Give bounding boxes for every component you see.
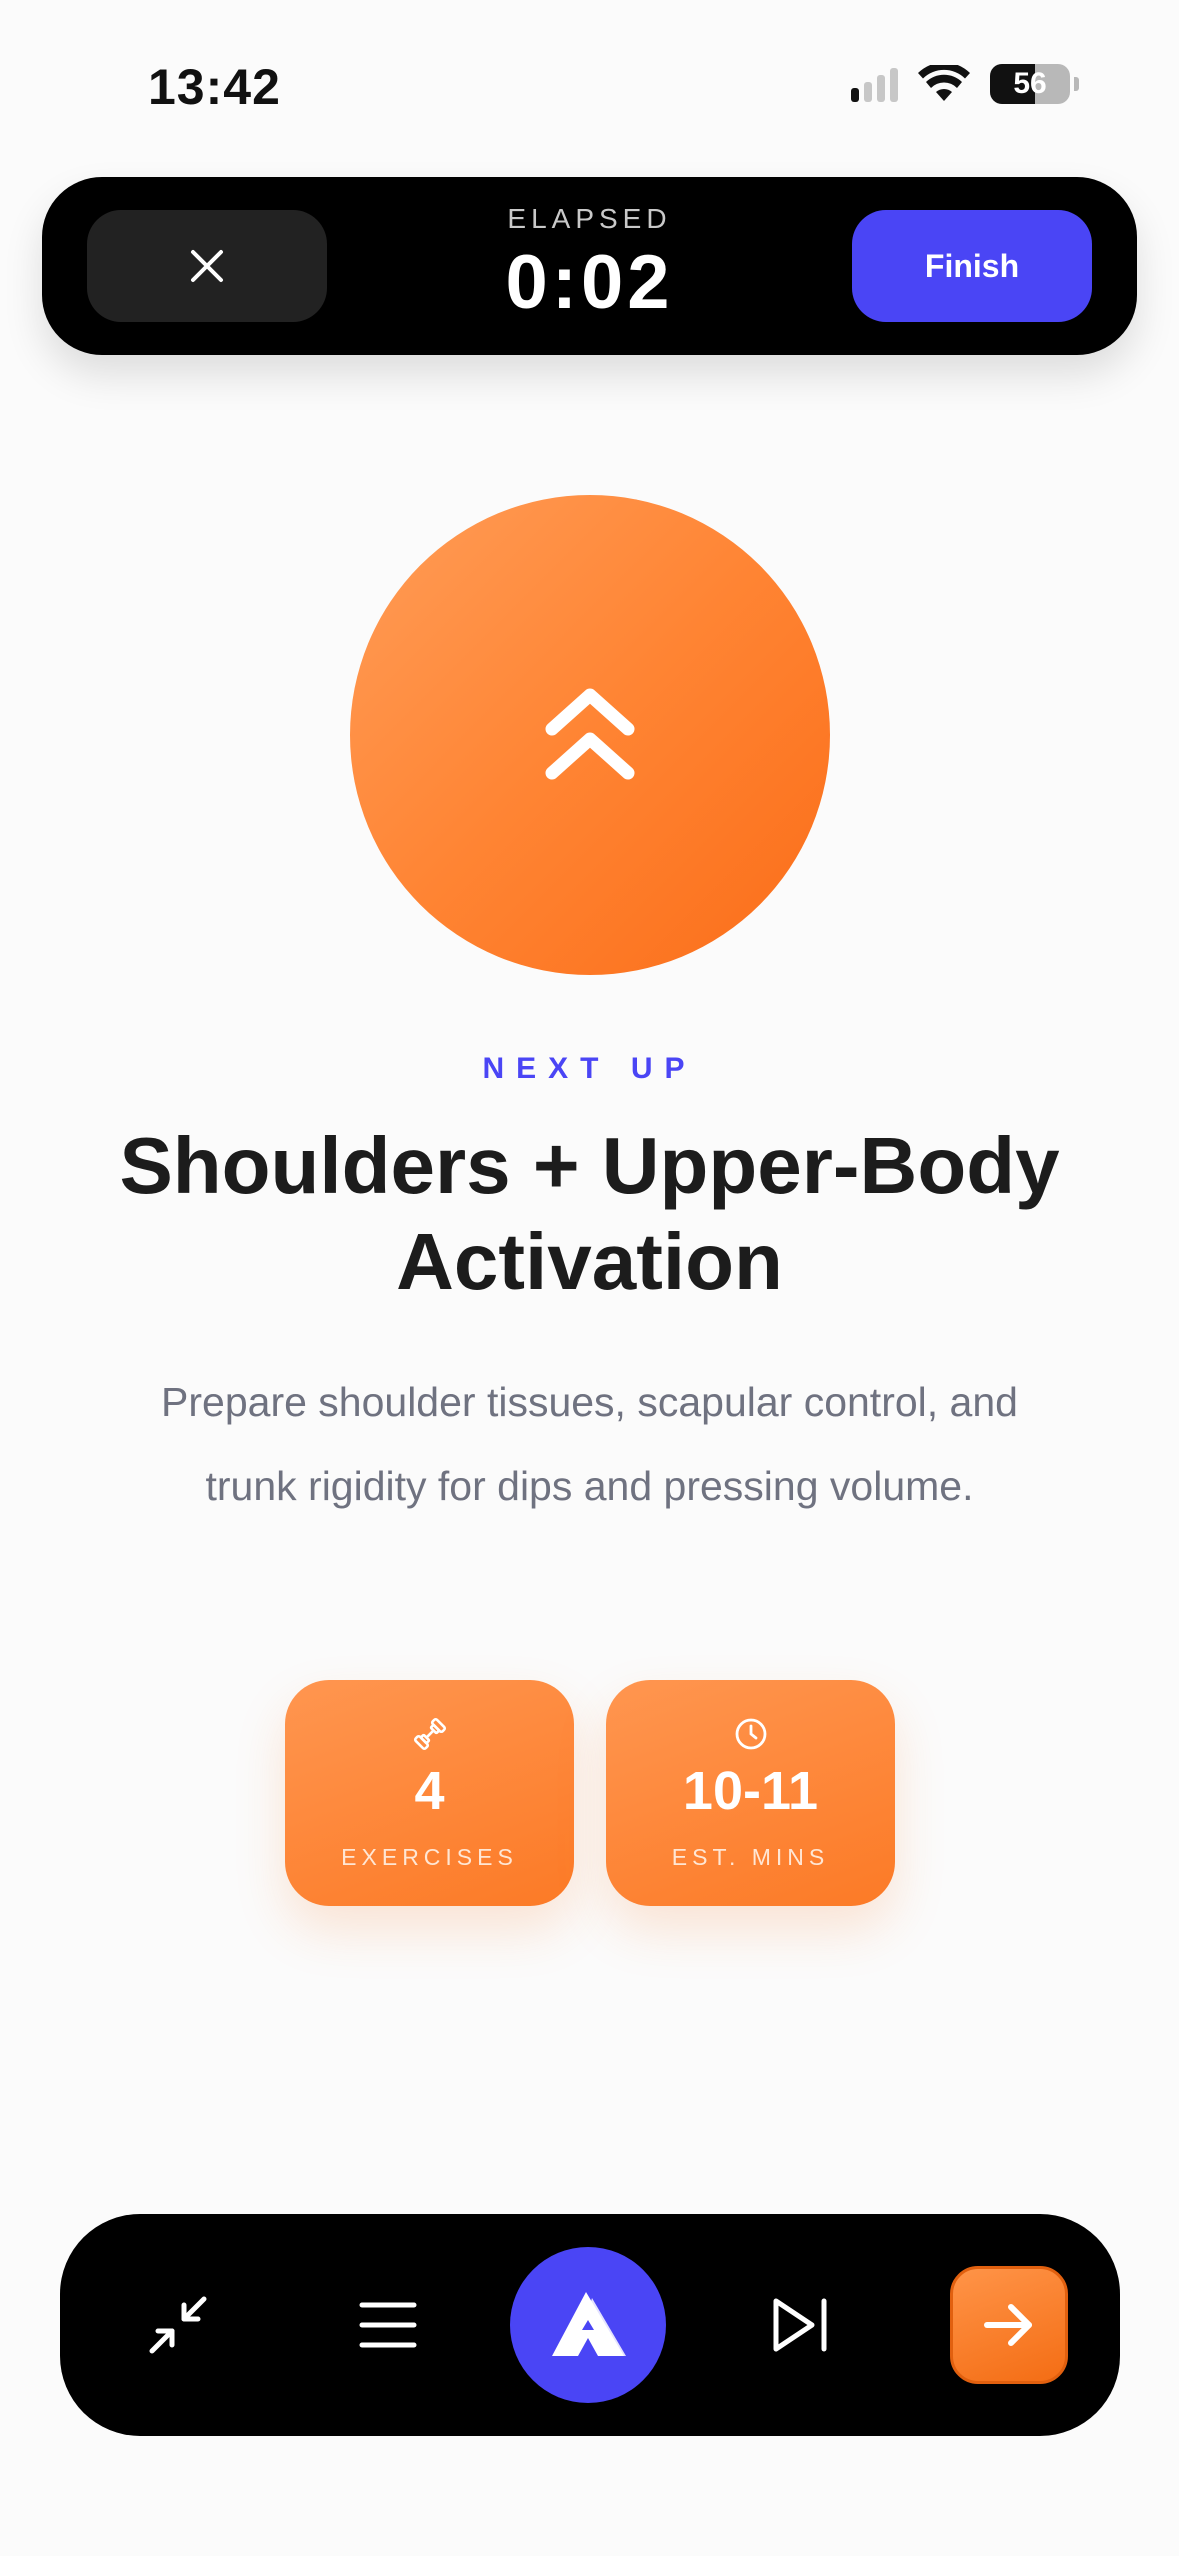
- battery-icon: 56: [990, 64, 1070, 104]
- duration-label: EST. MINS: [671, 1844, 830, 1870]
- double-chevron-up-icon: [545, 688, 635, 780]
- close-button[interactable]: [87, 210, 327, 322]
- skip-button[interactable]: [750, 2275, 850, 2375]
- status-icons: 56: [851, 64, 1079, 104]
- section-title: Shoulders + Upper-Body Activation: [119, 1121, 1060, 1306]
- app-logo-button[interactable]: [510, 2247, 666, 2403]
- arrow-right-icon: [984, 2304, 1032, 2346]
- exercises-label: EXERCISES: [341, 1844, 518, 1870]
- collapse-arrows-icon: [149, 2296, 207, 2354]
- exercises-count: 4: [414, 1761, 445, 1821]
- dumbbell-icon: [413, 1717, 446, 1751]
- workout-timer-bar: ELAPSED 0:02 Finish: [42, 177, 1137, 355]
- exercise-list-button[interactable]: [338, 2275, 438, 2375]
- status-bar: 13:42 56: [0, 0, 1179, 160]
- battery-level: 56: [1013, 67, 1047, 100]
- status-time: 13:42: [148, 59, 281, 115]
- wifi-icon: [918, 65, 970, 101]
- elapsed-value: 0:02: [505, 240, 674, 325]
- bottom-control-bar: [60, 2214, 1120, 2436]
- next-section-button[interactable]: [950, 2266, 1068, 2384]
- duration-stat-card: 10-11 EST. MINS: [606, 1680, 895, 1906]
- list-menu-icon: [359, 2302, 417, 2348]
- section-icon-circle: [350, 495, 830, 975]
- battery-cap: [1074, 77, 1079, 91]
- next-up-label: NEXT UP: [482, 1052, 697, 1085]
- elapsed-label: ELAPSED: [507, 203, 672, 234]
- elapsed-timer: ELAPSED 0:02: [402, 203, 777, 326]
- finish-button[interactable]: Finish: [852, 210, 1092, 322]
- section-description: Prepare shoulder tissues, scapular contr…: [161, 1379, 1018, 1509]
- clock-icon: [735, 1718, 766, 1750]
- section-stats: 4 EXERCISES 10-11 EST. MINS: [285, 1680, 895, 1906]
- exercises-stat-card: 4 EXERCISES: [285, 1680, 574, 1906]
- minimize-button[interactable]: [128, 2275, 228, 2375]
- close-icon: [191, 250, 223, 282]
- duration-value: 10-11: [682, 1761, 819, 1821]
- app-logo-icon: [552, 2292, 626, 2356]
- skip-next-icon: [773, 2298, 827, 2352]
- cellular-signal-icon: [851, 66, 898, 102]
